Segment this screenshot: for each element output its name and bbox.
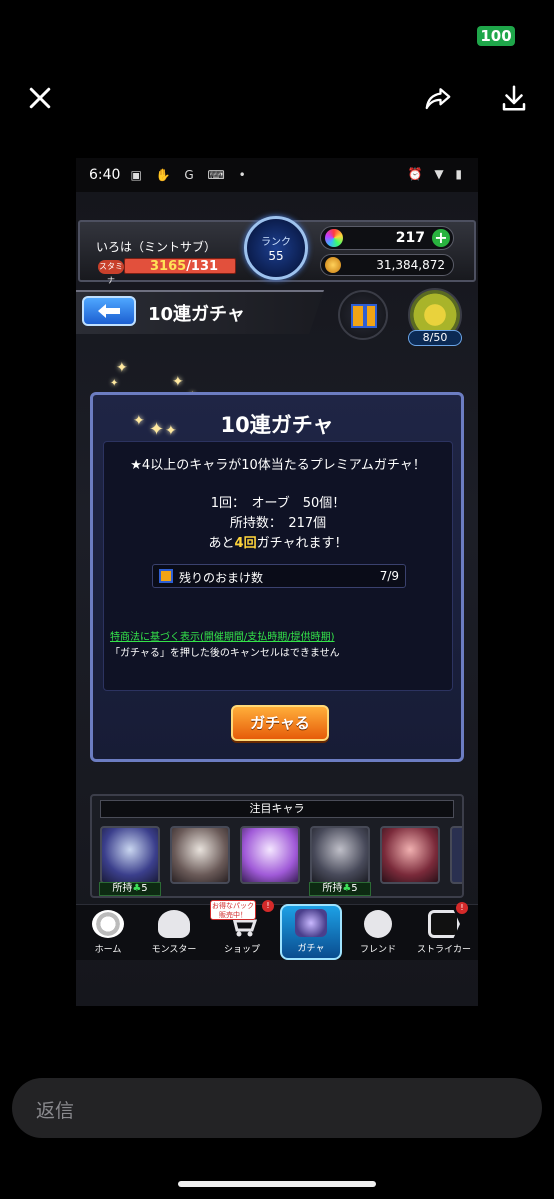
clover-icon: ♣	[342, 883, 352, 894]
coin-counter: 31,384,872	[320, 254, 454, 276]
nav-gacha[interactable]: ガチャ	[280, 904, 342, 960]
friend-icon	[364, 910, 392, 938]
gacha-button[interactable]: ガチャる	[231, 705, 329, 741]
gacha-cost: 1回： オーブ 50個！	[210, 496, 346, 511]
remain-count: 4回	[234, 536, 257, 551]
stamina-value: 3165/131	[150, 259, 218, 274]
bonus-count: 7/9	[379, 569, 399, 583]
coin-icon	[325, 257, 341, 273]
cancel-note: 「ガチャる」を押した後のキャンセルはできません	[110, 648, 340, 659]
gacha-button-label: ガチャる	[250, 714, 310, 732]
legal-notice-link[interactable]: 特商法に基づく表示(開催期間/支払時期/提供時期)	[110, 628, 335, 643]
nav-home[interactable]: ホーム	[76, 910, 140, 960]
owned-count: 5	[141, 883, 148, 894]
gacha-icon	[295, 909, 327, 937]
stamina-max: /131	[186, 259, 219, 274]
owned-label: 所持	[322, 883, 343, 894]
owned-label: 所持	[112, 883, 133, 894]
gacha-description: ★4以上のキャラが10体当たるプレミアムガチャ！	[130, 458, 426, 473]
character-card[interactable]	[100, 826, 160, 884]
back-button[interactable]	[82, 296, 136, 326]
add-orb-button[interactable]: +	[432, 229, 450, 247]
gacha-dialog: ✦ ✦ ✦ 10連ガチャ ★4以上のキャラが10体当たるプレミアムガチャ！ 1回…	[90, 392, 464, 762]
shop-promo-badge: お得なパック販売中！	[210, 900, 256, 920]
dialog-content: ★4以上のキャラが10体当たるプレミアムガチャ！ 1回： オーブ 50個！ 所持…	[103, 441, 453, 691]
stamina-current: 3165	[150, 259, 187, 274]
home-icon	[92, 910, 124, 938]
nav-label: ホーム	[94, 945, 122, 955]
orb-icon	[325, 229, 343, 247]
page-title: 10連ガチャ	[148, 304, 245, 325]
featured-characters: 注目キャラ 所持♣5 所持♣5	[90, 794, 464, 898]
back-arrow-icon	[98, 304, 120, 318]
featured-title: 注目キャラ	[100, 800, 454, 818]
striker-alert-icon: !	[456, 902, 468, 914]
share-button[interactable]	[420, 80, 456, 116]
bonus-row: 残りのおまけ数 7/9	[152, 564, 406, 588]
rank-value: 55	[268, 249, 284, 263]
orb-counter: 217 +	[320, 226, 454, 250]
share-icon	[425, 88, 451, 110]
coin-count: 31,384,872	[376, 258, 445, 272]
nav-label: フレンド	[359, 945, 396, 955]
character-card[interactable]	[380, 826, 440, 884]
nav-label: ストライカー	[416, 945, 471, 955]
owned-tag: 所持♣5	[309, 882, 371, 896]
bonus-label: 残りのおまけ数	[179, 571, 264, 585]
nav-monster[interactable]: モンスター	[142, 910, 206, 960]
remaining-pulls: あと4回ガチャれます！	[104, 532, 452, 551]
nav-label: モンスター	[151, 945, 197, 955]
battery-indicator: 100	[477, 26, 515, 46]
nav-label: ガチャ	[297, 944, 325, 954]
nav-label: ショップ	[223, 945, 260, 955]
home-indicator[interactable]	[178, 1181, 376, 1187]
owned-count: 5	[351, 883, 358, 894]
character-card[interactable]	[240, 826, 300, 884]
orbs-owned: 所持数： 217個	[229, 516, 327, 531]
clover-icon: ♣	[132, 883, 142, 894]
player-name: いろは（ミントサブ）	[96, 240, 217, 254]
striker-icon	[428, 910, 460, 938]
nav-friend[interactable]: フレンド	[346, 910, 410, 960]
gift-button[interactable]	[338, 290, 388, 340]
download-button[interactable]	[496, 80, 532, 116]
reply-placeholder: 返信	[36, 1100, 75, 1122]
status-bar: 6:40 ▣ ✋ G ⌨ • ⏰ ▼ ▮	[76, 158, 478, 192]
dialog-title: 10連ガチャ	[220, 413, 334, 437]
status-left-icons: ▣ ✋ G ⌨ •	[130, 168, 251, 182]
nav-striker[interactable]: ストライカー	[412, 910, 476, 960]
character-card[interactable]	[450, 826, 462, 884]
close-button[interactable]	[22, 80, 58, 116]
monster-icon	[158, 910, 190, 938]
close-icon	[29, 87, 51, 109]
sparkle-icon: ✦	[110, 378, 119, 389]
bonus-gift-icon	[159, 569, 173, 583]
gift-icon	[351, 304, 377, 328]
status-time: 6:40	[89, 167, 121, 183]
owned-tag: 所持♣5	[99, 882, 161, 896]
rank-label: ランク	[261, 237, 291, 248]
character-card[interactable]	[170, 826, 230, 884]
orb-count: 217	[395, 230, 425, 246]
sparkle-icon: ✦	[172, 374, 184, 390]
reply-input[interactable]: 返信	[12, 1078, 542, 1138]
download-icon	[502, 85, 526, 111]
character-card[interactable]	[310, 826, 370, 884]
game-screenshot: 6:40 ▣ ✋ G ⌨ • ⏰ ▼ ▮ いろは（ミントサブ） スタミナ 316…	[76, 158, 478, 1006]
rank-badge: ランク 55	[244, 216, 308, 280]
shop-alert-icon: !	[262, 900, 274, 912]
remain-prefix: あと	[208, 536, 235, 551]
medal-count: 8/50	[408, 330, 462, 346]
remain-suffix: ガチャれます！	[256, 536, 348, 551]
stamina-label: スタミナ	[98, 260, 124, 285]
status-right-icons: ⏰ ▼ ▮	[407, 167, 466, 181]
sparkle-icon: ✦	[116, 360, 128, 376]
